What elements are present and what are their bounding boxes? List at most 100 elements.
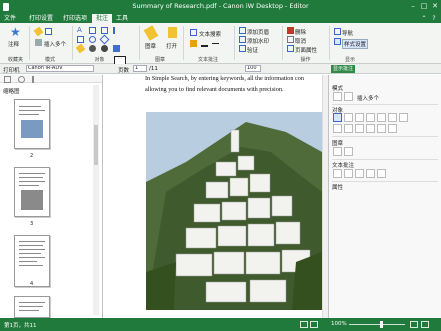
open-button[interactable]: 打开: [166, 42, 177, 50]
underline-text-icon[interactable]: [201, 40, 208, 47]
printer-select[interactable]: Canon iR-ADV: [26, 65, 94, 72]
minimize-button[interactable]: –: [408, 2, 418, 11]
zoom-input[interactable]: 100: [245, 65, 261, 72]
strikeout-text-icon[interactable]: [366, 169, 375, 178]
page-number-input[interactable]: 1: [133, 65, 147, 72]
polygon-object-icon[interactable]: [399, 113, 408, 122]
navigate-button[interactable]: 导航: [342, 29, 353, 37]
tab-tools[interactable]: 工具: [114, 14, 130, 23]
continuous-view-icon[interactable]: [310, 321, 318, 328]
ribbon-collapse-icon[interactable]: ⌃: [420, 15, 428, 22]
zoom-slider[interactable]: [349, 324, 405, 325]
single-page-view-icon[interactable]: [300, 321, 308, 328]
ribbon: ★ 注释 收藏夹 插入多个 模式 A 对象 图章 打开 图章 文本搜索 文本批注…: [0, 23, 441, 68]
stamp-icon[interactable]: [333, 147, 342, 156]
tab-print-settings[interactable]: 打印设置: [26, 14, 56, 23]
zoom-slider-handle[interactable]: [380, 321, 383, 328]
help-icon[interactable]: ?: [430, 15, 438, 22]
highlighter-object-icon[interactable]: [344, 124, 353, 133]
ellipse-object-icon[interactable]: [388, 113, 397, 122]
squiggly-text-icon[interactable]: [377, 169, 386, 178]
thumbnail-page-3[interactable]: [14, 167, 50, 217]
section-divider: [332, 136, 438, 137]
underline-text-icon[interactable]: [355, 169, 364, 178]
ribbon-separator: [282, 26, 283, 60]
close-button[interactable]: ✕: [430, 2, 440, 11]
maximize-button[interactable]: □: [419, 2, 429, 11]
thumbnail-page-2[interactable]: [14, 99, 50, 149]
open-stamp-icon[interactable]: [344, 147, 353, 156]
highlight-text-icon[interactable]: [344, 169, 353, 178]
polygon-object-icon[interactable]: [99, 34, 110, 45]
delete-button[interactable]: 删除: [295, 28, 306, 36]
secondary-toolbar: 打印机 Canon iR-ADV 页数 1 /11 100 显示批注: [0, 64, 441, 74]
thumbnail-scrollbar[interactable]: [93, 85, 99, 315]
insert-multiple-button[interactable]: 插入多个: [357, 94, 379, 102]
certify-button[interactable]: 验证: [247, 46, 258, 54]
pointer-mode-icon[interactable]: [333, 92, 342, 101]
text-object-icon[interactable]: [333, 113, 342, 122]
page-total: /11: [149, 66, 158, 72]
tab-annotate[interactable]: 批注: [92, 14, 112, 23]
select-mode-icon[interactable]: [344, 92, 353, 101]
pointer-mode-icon[interactable]: [33, 26, 44, 37]
thumbnail-page-number: 4: [30, 281, 34, 287]
thumbnails-tab-icon[interactable]: [4, 76, 11, 83]
open-stamp-icon[interactable]: [168, 27, 177, 38]
thumbnail-page-number: 3: [30, 221, 34, 227]
section-divider: [332, 159, 438, 160]
line-object-icon[interactable]: [113, 27, 120, 34]
filled-circle-icon[interactable]: [101, 45, 108, 52]
highlighter-object-icon[interactable]: [75, 43, 86, 54]
thumbnail-page-5[interactable]: [14, 296, 50, 318]
section-divider: [332, 181, 438, 182]
text-object-icon[interactable]: A: [77, 27, 84, 34]
status-bar: 第1页，共11 100%: [0, 318, 441, 331]
cancel-icon: [287, 36, 294, 43]
textbox-object-icon[interactable]: [344, 113, 353, 122]
line-object-icon[interactable]: [366, 113, 375, 122]
stamp-icon[interactable]: [143, 25, 159, 41]
text-search-icon[interactable]: [333, 169, 342, 178]
image-object-icon[interactable]: [388, 124, 397, 133]
filled-ellipse-icon[interactable]: [89, 45, 96, 52]
show-annotations-button[interactable]: 显示批注: [331, 65, 356, 73]
cancel-button[interactable]: 取消: [295, 37, 306, 45]
thumbnail-page-number: 2: [30, 153, 34, 159]
star-icon[interactable]: ★: [10, 26, 21, 38]
filled-rectangle-icon[interactable]: [113, 45, 120, 52]
document-view[interactable]: In Simple Search, by entering keywords, …: [103, 75, 328, 318]
rectangle-object-icon[interactable]: [377, 113, 386, 122]
callout-object-icon[interactable]: [355, 113, 364, 122]
text-search-button[interactable]: 文本搜索: [199, 30, 221, 38]
fit-page-icon[interactable]: [410, 321, 418, 328]
callout-object-icon[interactable]: [101, 27, 108, 34]
stamp-button[interactable]: 图章: [145, 42, 156, 50]
style-settings-button[interactable]: 样式设置: [342, 39, 369, 49]
page-properties-button[interactable]: 页面属性: [295, 46, 317, 54]
rectangle-object-icon[interactable]: [77, 36, 84, 43]
strikeout-text-icon[interactable]: [212, 43, 219, 50]
filled-circle-icon[interactable]: [366, 124, 375, 133]
tab-print-options[interactable]: 打印选项: [60, 14, 90, 23]
ellipse-object-icon[interactable]: [89, 36, 96, 43]
pen-object-icon[interactable]: [333, 124, 342, 133]
text-search-icon[interactable]: [190, 29, 197, 36]
bookmarks-tab-icon[interactable]: [32, 76, 39, 83]
filled-ellipse-icon[interactable]: [355, 124, 364, 133]
textbox-object-icon[interactable]: [89, 27, 96, 34]
add-header-button[interactable]: 添加页眉: [247, 28, 269, 36]
insert-multiple-button[interactable]: 插入多个: [44, 40, 66, 48]
highlight-text-icon[interactable]: [190, 40, 197, 47]
comments-tab-icon[interactable]: [18, 76, 25, 83]
thumbnail-panel-title: 缩略图: [3, 89, 20, 95]
tab-file[interactable]: 文件: [1, 14, 19, 23]
annotate-label: 注释: [8, 42, 20, 48]
ribbon-separator: [234, 26, 235, 60]
thumbnail-page-4[interactable]: [14, 235, 50, 287]
add-watermark-button[interactable]: 添加水印: [247, 37, 269, 45]
filled-rectangle-icon[interactable]: [377, 124, 386, 133]
fit-width-icon[interactable]: [421, 321, 429, 328]
ribbon-separator: [29, 26, 30, 60]
select-mode-icon[interactable]: [45, 28, 52, 35]
